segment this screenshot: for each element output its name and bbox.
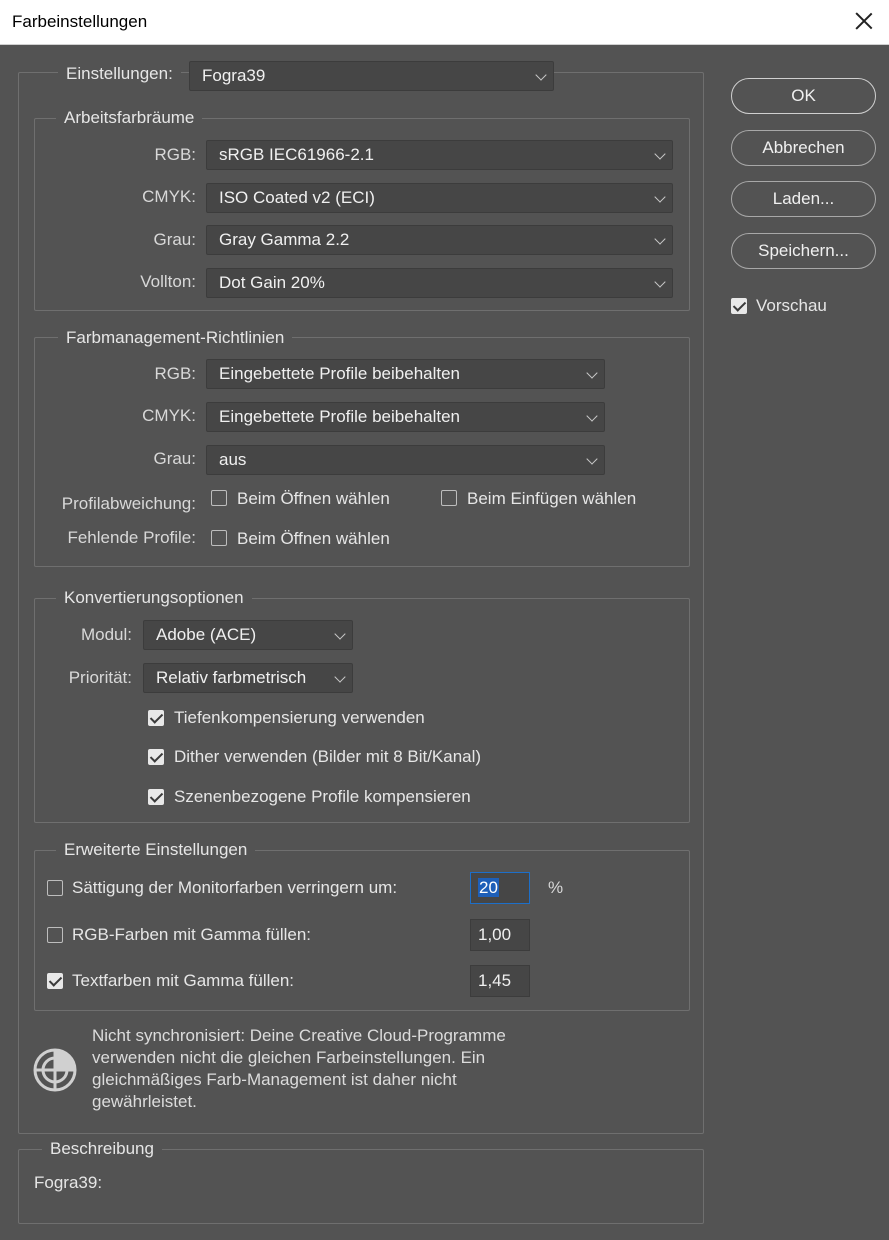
chevron-down-icon [654,276,666,288]
ws-cmyk-label: CMYK: [142,187,196,206]
chevron-down-icon [654,191,666,203]
desaturate-checkbox[interactable] [47,880,63,896]
mismatch-paste-label: Beim Einfügen wählen [467,489,637,508]
chevron-down-icon [535,69,547,81]
ws-cmyk-value: ISO Coated v2 (ECI) [219,188,375,207]
ws-rgb-value: sRGB IEC61966-2.1 [219,145,374,164]
blend-text-checkbox[interactable] [47,973,63,989]
settings-select-value: Fogra39 [202,66,266,85]
blend-rgb-checkbox[interactable] [47,927,63,943]
settings-label: Einstellungen: [58,64,181,84]
conversion-legend: Konvertierungsoptionen [56,588,252,608]
preview-checkbox[interactable] [731,298,747,314]
intent-label: Priorität: [68,668,132,687]
engine-value: Adobe (ACE) [156,625,257,644]
percent-label: % [548,878,564,897]
mismatch-label: Profilabweichung: [61,494,196,513]
pol-rgb-select[interactable]: Eingebettete Profile beibehalten [206,359,605,389]
bpc-checkbox[interactable] [148,710,164,726]
mismatch-paste-checkbox[interactable] [441,490,457,506]
blend-text-value: 1,45 [478,971,512,990]
ws-gray-label: Grau: [153,230,196,249]
blend-rgb-label: RGB-Farben mit Gamma füllen: [72,925,312,944]
missing-label: Fehlende Profile: [67,528,196,547]
pol-gray-select[interactable]: aus [206,445,605,475]
chevron-down-icon [654,233,666,245]
ws-spot-value: Dot Gain 20% [219,273,325,292]
blend-text-input[interactable]: 1,45 [470,965,530,997]
ws-cmyk-select[interactable]: ISO Coated v2 (ECI) [206,183,673,213]
sync-warning-icon [33,1048,77,1092]
missing-open-checkbox[interactable] [211,530,227,546]
pol-rgb-label: RGB: [154,364,196,383]
bpc-label: Tiefenkompensierung verwenden [174,708,425,727]
desaturate-label: Sättigung der Monitorfarben verringern u… [72,878,398,897]
ws-spot-select[interactable]: Dot Gain 20% [206,268,673,298]
scene-label: Szenenbezogene Profile kompensieren [174,787,471,806]
desaturate-value: 20 [478,878,499,897]
ws-gray-select[interactable]: Gray Gamma 2.2 [206,225,673,255]
policies-legend: Farbmanagement-Richtlinien [58,328,293,348]
pol-gray-label: Grau: [153,449,196,468]
pol-rgb-value: Eingebettete Profile beibehalten [219,364,461,383]
ws-spot-label: Vollton: [140,272,196,291]
settings-select[interactable]: Fogra39 [189,61,554,91]
description-legend: Beschreibung [42,1139,162,1159]
title-bar: Farbeinstellungen [0,0,889,45]
dither-label: Dither verwenden (Bilder mit 8 Bit/Kanal… [174,747,482,766]
chevron-down-icon [654,148,666,160]
engine-label: Modul: [80,625,132,644]
load-button[interactable]: Laden... [731,181,876,217]
chevron-down-icon [586,367,598,379]
desaturate-input[interactable]: 20 [470,872,530,904]
working-spaces-legend: Arbeitsfarbräume [56,108,203,128]
ws-gray-value: Gray Gamma 2.2 [219,230,350,249]
ok-button[interactable]: OK [731,78,876,114]
mismatch-open-label: Beim Öffnen wählen [237,489,390,508]
close-icon[interactable] [851,8,877,34]
chevron-down-icon [586,453,598,465]
intent-select[interactable]: Relativ farbmetrisch [143,663,353,693]
blend-rgb-value: 1,00 [478,925,512,944]
window-title: Farbeinstellungen [12,12,148,31]
intent-value: Relativ farbmetrisch [156,668,307,687]
missing-open-label: Beim Öffnen wählen [237,529,390,548]
sync-message: Nicht synchronisiert: Deine Creative Clo… [92,1026,506,1111]
chevron-down-icon [334,671,346,683]
ws-rgb-label: RGB: [154,145,196,164]
dither-checkbox[interactable] [148,749,164,765]
preview-label: Vorschau [756,296,827,315]
blend-rgb-input[interactable]: 1,00 [470,919,530,951]
chevron-down-icon [586,410,598,422]
blend-text-label: Textfarben mit Gamma füllen: [72,971,295,990]
ws-rgb-select[interactable]: sRGB IEC61966-2.1 [206,140,673,170]
pol-gray-value: aus [219,450,247,469]
pol-cmyk-select[interactable]: Eingebettete Profile beibehalten [206,402,605,432]
advanced-legend: Erweiterte Einstellungen [56,840,256,860]
engine-select[interactable]: Adobe (ACE) [143,620,353,650]
mismatch-open-checkbox[interactable] [211,490,227,506]
pol-cmyk-value: Eingebettete Profile beibehalten [219,407,461,426]
description-group [18,1149,704,1224]
scene-checkbox[interactable] [148,789,164,805]
save-button[interactable]: Speichern... [731,233,876,269]
description-text: Fogra39: [34,1173,103,1192]
pol-cmyk-label: CMYK: [142,406,196,425]
cancel-button[interactable]: Abbrechen [731,130,876,166]
chevron-down-icon [334,628,346,640]
